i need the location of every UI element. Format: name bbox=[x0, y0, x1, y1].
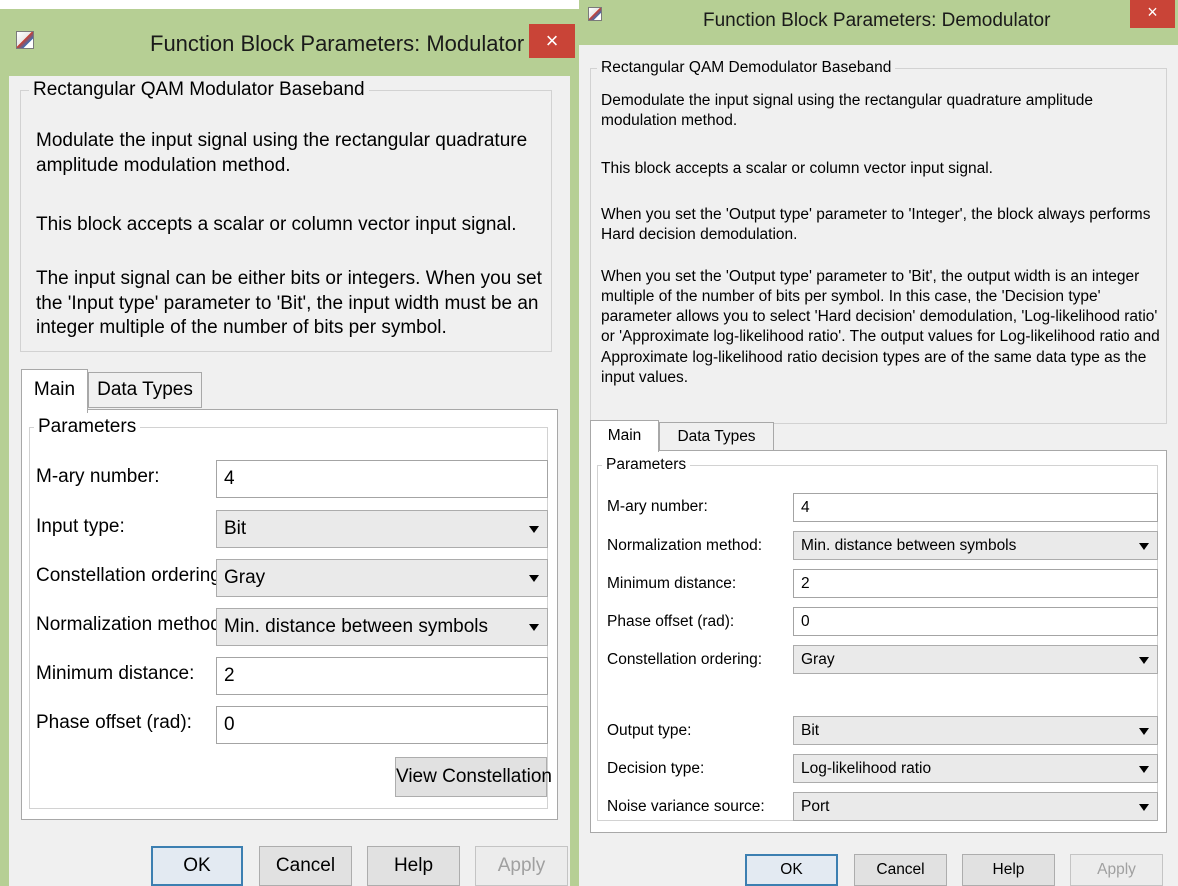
ok-button[interactable]: OK bbox=[745, 854, 838, 886]
output-type-value: Bit bbox=[801, 722, 820, 739]
block-description-group: Rectangular QAM Demodulator Baseband Dem… bbox=[590, 59, 1167, 424]
close-button[interactable]: × bbox=[1130, 0, 1175, 28]
block-name-legend: Rectangular QAM Modulator Baseband bbox=[29, 79, 369, 101]
constellation-ordering-label: Constellation ordering: bbox=[36, 565, 227, 586]
help-button[interactable]: Help bbox=[962, 854, 1055, 886]
normalization-method-dropdown[interactable]: Min. distance between symbols bbox=[216, 608, 548, 646]
apply-button[interactable]: Apply bbox=[475, 846, 568, 886]
simulink-block-icon bbox=[588, 7, 602, 21]
decision-type-value: Log-likelihood ratio bbox=[801, 760, 932, 777]
description-paragraph: This block accepts a scalar or column ve… bbox=[601, 160, 993, 177]
block-name-legend: Rectangular QAM Demodulator Baseband bbox=[597, 59, 896, 77]
description-paragraph: This block accepts a scalar or column ve… bbox=[36, 214, 517, 235]
constellation-ordering-value: Gray bbox=[224, 567, 266, 588]
input-type-dropdown[interactable]: Bit bbox=[216, 510, 548, 548]
phase-offset-label: Phase offset (rad): bbox=[36, 712, 192, 733]
constellation-ordering-dropdown[interactable]: Gray bbox=[216, 559, 548, 597]
dialog-body: Rectangular QAM Demodulator Baseband Dem… bbox=[579, 45, 1178, 886]
m-ary-number-field[interactable]: 4 bbox=[793, 493, 1158, 522]
m-ary-number-value: 4 bbox=[224, 468, 235, 489]
normalization-method-value: Min. distance between symbols bbox=[224, 616, 489, 637]
title-bar[interactable]: Function Block Parameters: Demodulator × bbox=[579, 0, 1178, 45]
minimum-distance-label: Minimum distance: bbox=[36, 663, 195, 684]
phase-offset-value: 0 bbox=[224, 714, 235, 735]
ok-button[interactable]: OK bbox=[151, 846, 243, 886]
tab-main[interactable]: Main bbox=[21, 369, 88, 413]
input-type-value: Bit bbox=[224, 518, 247, 539]
decision-type-dropdown[interactable]: Log-likelihood ratio bbox=[793, 754, 1158, 783]
noise-variance-source-label: Noise variance source: bbox=[607, 798, 765, 815]
title-bar[interactable]: Function Block Parameters: Modulator × bbox=[0, 9, 579, 76]
phase-offset-field[interactable]: 0 bbox=[216, 706, 548, 744]
parameters-legend: Parameters bbox=[34, 416, 141, 438]
output-type-dropdown[interactable]: Bit bbox=[793, 716, 1158, 745]
normalization-method-value: Min. distance between symbols bbox=[801, 537, 1017, 554]
phase-offset-field[interactable]: 0 bbox=[793, 607, 1158, 636]
dialog-body: Rectangular QAM Modulator Baseband Modul… bbox=[9, 76, 570, 886]
description-paragraph: Demodulate the input signal using the re… bbox=[601, 92, 1094, 130]
tab-main[interactable]: Main bbox=[590, 420, 659, 452]
m-ary-number-label: M-ary number: bbox=[607, 498, 708, 515]
m-ary-number-value: 4 bbox=[801, 499, 810, 516]
m-ary-number-field[interactable]: 4 bbox=[216, 460, 548, 498]
minimum-distance-field[interactable]: 2 bbox=[793, 569, 1158, 598]
minimum-distance-value: 2 bbox=[801, 575, 810, 592]
constellation-ordering-label: Constellation ordering: bbox=[607, 651, 763, 668]
description-paragraph: When you set the 'Output type' parameter… bbox=[601, 206, 1151, 244]
dropdown-arrow-icon bbox=[529, 624, 539, 631]
dropdown-arrow-icon bbox=[1139, 543, 1149, 550]
minimum-distance-field[interactable]: 2 bbox=[216, 657, 548, 695]
demodulator-dialog: Function Block Parameters: Demodulator ×… bbox=[579, 0, 1178, 886]
phase-offset-label: Phase offset (rad): bbox=[607, 613, 735, 630]
tab-data-types[interactable]: Data Types bbox=[659, 422, 774, 451]
modulator-dialog: Function Block Parameters: Modulator × R… bbox=[0, 0, 579, 886]
background-window-strip bbox=[0, 0, 579, 9]
simulink-block-icon bbox=[16, 31, 34, 49]
dropdown-arrow-icon bbox=[529, 575, 539, 582]
block-description-group: Rectangular QAM Modulator Baseband Modul… bbox=[20, 79, 552, 352]
help-button[interactable]: Help bbox=[367, 846, 460, 886]
tab-data-types[interactable]: Data Types bbox=[88, 372, 202, 408]
main-tab-panel: Parameters M-ary number: 4 Input type: B… bbox=[21, 409, 558, 820]
description-paragraph: When you set the 'Output type' parameter… bbox=[601, 268, 1160, 386]
close-button[interactable]: × bbox=[529, 24, 575, 58]
noise-variance-source-value: Port bbox=[801, 798, 830, 815]
normalization-method-dropdown[interactable]: Min. distance between symbols bbox=[793, 531, 1158, 560]
dropdown-arrow-icon bbox=[1139, 804, 1149, 811]
cancel-button[interactable]: Cancel bbox=[259, 846, 352, 886]
phase-offset-value: 0 bbox=[801, 613, 810, 630]
dropdown-arrow-icon bbox=[1139, 728, 1149, 735]
window-title: Function Block Parameters: Demodulator bbox=[703, 10, 1051, 31]
noise-variance-source-dropdown[interactable]: Port bbox=[793, 792, 1158, 821]
window-title: Function Block Parameters: Modulator bbox=[150, 31, 525, 56]
dropdown-arrow-icon bbox=[529, 526, 539, 533]
normalization-method-label: Normalization method: bbox=[607, 537, 763, 554]
description-paragraph: Modulate the input signal using the rect… bbox=[36, 130, 528, 176]
dropdown-arrow-icon bbox=[1139, 766, 1149, 773]
output-type-label: Output type: bbox=[607, 722, 692, 739]
decision-type-label: Decision type: bbox=[607, 760, 705, 777]
main-tab-panel: Parameters M-ary number: 4 Normalization… bbox=[590, 450, 1167, 833]
view-constellation-button[interactable]: View Constellation bbox=[395, 757, 552, 797]
input-type-label: Input type: bbox=[36, 516, 125, 537]
minimum-distance-label: Minimum distance: bbox=[607, 575, 737, 592]
description-paragraph: The input signal can be either bits or i… bbox=[36, 268, 542, 339]
dropdown-arrow-icon bbox=[1139, 657, 1149, 664]
constellation-ordering-value: Gray bbox=[801, 651, 835, 668]
parameters-legend: Parameters bbox=[602, 456, 691, 474]
m-ary-number-label: M-ary number: bbox=[36, 466, 160, 487]
constellation-ordering-dropdown[interactable]: Gray bbox=[793, 645, 1158, 674]
apply-button[interactable]: Apply bbox=[1070, 854, 1163, 886]
minimum-distance-value: 2 bbox=[224, 665, 235, 686]
cancel-button[interactable]: Cancel bbox=[854, 854, 947, 886]
normalization-method-label: Normalization method: bbox=[36, 614, 227, 635]
